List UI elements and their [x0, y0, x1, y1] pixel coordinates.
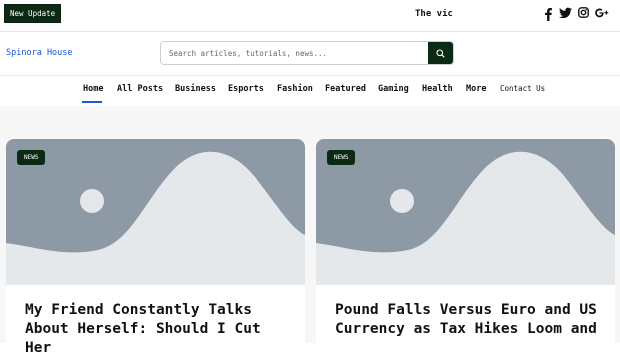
- news-ticker[interactable]: The vic: [415, 9, 453, 19]
- facebook-icon[interactable]: [543, 7, 553, 21]
- placeholder-image-icon: [6, 139, 305, 285]
- post-title[interactable]: My Friend Constantly Talks About Herself…: [25, 301, 295, 358]
- nav-item-contact-us[interactable]: Contact Us: [500, 84, 545, 93]
- new-update-badge: New Update: [4, 4, 62, 23]
- main-nav: Home All Posts Business Esports Fashion …: [0, 76, 620, 107]
- category-badge[interactable]: NEWS: [327, 150, 356, 165]
- post-title[interactable]: Pound Falls Versus Euro and US Currency …: [335, 301, 605, 339]
- google-plus-icon[interactable]: [595, 7, 609, 19]
- search-bar: [160, 41, 454, 65]
- placeholder-image-icon: [316, 139, 615, 285]
- nav-item-featured[interactable]: Featured: [325, 84, 366, 94]
- nav-item-home[interactable]: Home: [83, 84, 103, 94]
- site-header: Spinora House: [0, 31, 620, 76]
- nav-item-business[interactable]: Business: [175, 84, 216, 94]
- nav-item-fashion[interactable]: Fashion: [277, 84, 313, 94]
- search-button[interactable]: [428, 42, 453, 64]
- post-card[interactable]: NEWS My Friend Constantly Talks About He…: [6, 139, 305, 359]
- category-badge[interactable]: NEWS: [17, 150, 46, 165]
- post-card[interactable]: NEWS Pound Falls Versus Euro and US Curr…: [316, 139, 615, 359]
- nav-item-more[interactable]: More: [466, 84, 486, 94]
- search-input[interactable]: [161, 42, 443, 64]
- nav-item-esports[interactable]: Esports: [228, 84, 264, 94]
- post-grid: NEWS My Friend Constantly Talks About He…: [0, 106, 620, 359]
- active-nav-indicator: [82, 101, 102, 103]
- nav-item-all-posts[interactable]: All Posts: [117, 84, 163, 94]
- nav-item-gaming[interactable]: Gaming: [378, 84, 409, 94]
- twitter-icon[interactable]: [559, 7, 572, 19]
- site-logo-text[interactable]: Spinora House: [6, 48, 73, 58]
- search-icon: [436, 48, 445, 58]
- top-bar: New Update The vic: [0, 0, 620, 32]
- instagram-icon[interactable]: [578, 7, 589, 18]
- nav-item-health[interactable]: Health: [422, 84, 453, 94]
